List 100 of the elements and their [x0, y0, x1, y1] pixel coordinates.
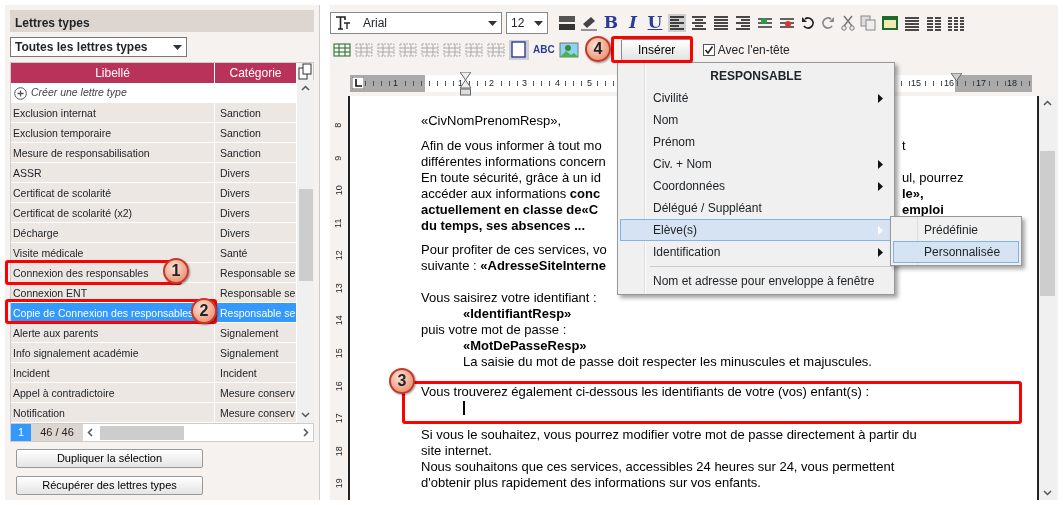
ruler-number: 8: [332, 122, 345, 128]
paste-icon[interactable]: [881, 15, 899, 31]
table-row[interactable]: Exclusion temporaire Sanction: [11, 123, 297, 143]
document-text: actuellement en classe de«C: [421, 202, 599, 218]
underline-button[interactable]: U: [646, 13, 664, 33]
submenu-arrow-icon: [878, 225, 883, 235]
ruler-number: 19: [332, 478, 345, 489]
table-row[interactable]: Certificat de scolarité (x2) Divers: [11, 203, 297, 223]
table-row[interactable]: Alerte aux parents Signalement: [11, 323, 297, 343]
menu-item[interactable]: Civ. + Nom: [620, 153, 892, 175]
add-icon[interactable]: [14, 86, 27, 100]
menu-item[interactable]: Coordonnées: [620, 175, 892, 197]
record-count: 46 / 46: [31, 424, 83, 441]
table-row[interactable]: Décharge Divers: [11, 223, 297, 243]
menu-item[interactable]: Prédéfinie: [893, 219, 1019, 241]
scroll-down-icon[interactable]: [1043, 490, 1052, 496]
duplicate-button[interactable]: Dupliquer la sélection: [16, 449, 203, 468]
horizontal-scrollbar[interactable]: [83, 424, 313, 441]
eraser-icon[interactable]: [580, 15, 598, 31]
submenu-arrow-icon: [878, 159, 883, 169]
document-text: d'obtenir plus rapidement des informations sur vos enfants.: [421, 475, 761, 491]
justify-icon[interactable]: [712, 14, 730, 32]
menu-item[interactable]: Nom et adresse pour enveloppe à fenêtre: [620, 270, 892, 292]
menu-item[interactable]: Délégué / Suppléant: [620, 197, 892, 219]
bold-button[interactable]: B: [602, 13, 620, 33]
scrollbar-thumb[interactable]: [298, 189, 313, 281]
ruler-number: 13: [332, 283, 345, 294]
outdent-icon[interactable]: [778, 15, 796, 31]
scrollbar-thumb[interactable]: [100, 425, 184, 440]
scrollbar[interactable]: [1039, 96, 1056, 500]
indent-marker-icon: [460, 72, 471, 96]
scroll-up-icon[interactable]: [1043, 100, 1052, 106]
align-left-icon[interactable]: [668, 14, 686, 32]
table-row[interactable]: Info signalement académie Signalement: [11, 343, 297, 363]
document-text: «IdentifiantResp»: [463, 306, 572, 322]
ruler-number: 9: [332, 155, 345, 161]
font-dropdown[interactable]: Arial: [330, 12, 502, 34]
menu-item[interactable]: Nom: [620, 109, 892, 131]
ruler-number: 12: [332, 250, 345, 261]
table-row[interactable]: Incident Incident: [11, 363, 297, 383]
table-icon[interactable]: [333, 42, 351, 58]
document-text: Afin de vous informer à tout mo: [421, 138, 602, 154]
align-right-icon[interactable]: [734, 14, 752, 32]
copy-icon[interactable]: [298, 63, 313, 80]
align-center-icon[interactable]: [690, 14, 708, 32]
three-columns-icon[interactable]: [947, 15, 965, 31]
text-frame-icon[interactable]: [509, 40, 529, 60]
font-size-dropdown[interactable]: 12: [506, 12, 548, 34]
two-columns-icon[interactable]: [925, 15, 943, 31]
table-row[interactable]: Mesure de responsabilisation Sanction: [11, 143, 297, 163]
import-button[interactable]: Récupérer des lettres types: [16, 476, 203, 495]
document-text: site internet.: [421, 443, 492, 459]
document-text: Vous trouverez également ci-dessous les identifiants de votre (vos) enfant(s) :: [421, 384, 869, 400]
document-text: Nous souhaitons que ces services, accessibles 24 heures sur 24, vous permettent: [421, 459, 895, 475]
table-row[interactable]: Notification Mesure conserv: [11, 403, 297, 423]
scrollbar[interactable]: [297, 80, 314, 423]
cut-icon[interactable]: [840, 15, 856, 31]
scroll-down-icon[interactable]: [301, 412, 310, 418]
table-row[interactable]: ASSR Divers: [11, 163, 297, 183]
ruler-number: 11: [332, 218, 345, 228]
scrollbar-thumb[interactable]: [1040, 150, 1055, 296]
table-row[interactable]: Appel à contradictoire Mesure conserv: [11, 383, 297, 403]
table-row[interactable]: Exclusion internat Sanction: [11, 103, 297, 123]
menu-item[interactable]: Elève(s): [620, 219, 892, 241]
scroll-right-icon[interactable]: [303, 428, 309, 437]
menu-item[interactable]: Prénom: [620, 131, 892, 153]
submenu-arrow-icon: [878, 93, 883, 103]
checkbox-label: Avec l'en-tête: [717, 42, 790, 59]
text-style-button[interactable]: ABC: [533, 45, 555, 55]
undo-icon[interactable]: [800, 15, 816, 31]
indent-icon[interactable]: [756, 15, 774, 31]
document-text: suivante : «AdresseSiteInterne: [421, 258, 606, 274]
document-text: «CivNomPrenomResp»,: [421, 113, 562, 129]
margin-marker-icon: [951, 73, 962, 81]
scroll-left-icon[interactable]: [87, 428, 93, 437]
table-row[interactable]: Certificat de scolarité Divers: [11, 183, 297, 203]
checkbox[interactable]: [702, 44, 715, 56]
image-icon[interactable]: [558, 42, 579, 58]
menu-item[interactable]: Personnalisée: [893, 241, 1019, 263]
document-text: du temps, ses absences ...: [421, 218, 586, 234]
insert-button[interactable]: Insérer: [620, 39, 693, 61]
menu-item[interactable]: Identification: [620, 241, 892, 263]
caret-icon: [488, 20, 497, 26]
document-text: t: [902, 138, 906, 154]
document-text: Si vous le souhaitez, vous pourrez modifier votre mot de passe directement à partir du: [421, 427, 917, 443]
document-text: En toute sécurité, grâce à un id: [421, 170, 601, 186]
document-text: La saisie du mot de passe doit respecter les minuscules et majuscules.: [463, 354, 872, 370]
single-column-icon[interactable]: [903, 15, 921, 31]
panel-title: Lettres types: [10, 10, 314, 32]
ruler-number: 18: [332, 446, 345, 457]
tab-stop-icon: [352, 77, 364, 89]
table-row[interactable]: Visite médicale Santé: [11, 243, 297, 263]
caret-icon: [534, 20, 543, 26]
document-text: puis votre mot de passe :: [421, 322, 567, 338]
ruler-number: 17: [332, 413, 345, 424]
filter-dropdown[interactable]: Toutes les lettres types: [10, 37, 187, 57]
italic-button[interactable]: I: [624, 13, 642, 33]
document-text: accéder aux informations conc: [421, 186, 601, 202]
menu-item[interactable]: Civilité: [620, 87, 892, 109]
scroll-up-icon[interactable]: [301, 85, 310, 91]
